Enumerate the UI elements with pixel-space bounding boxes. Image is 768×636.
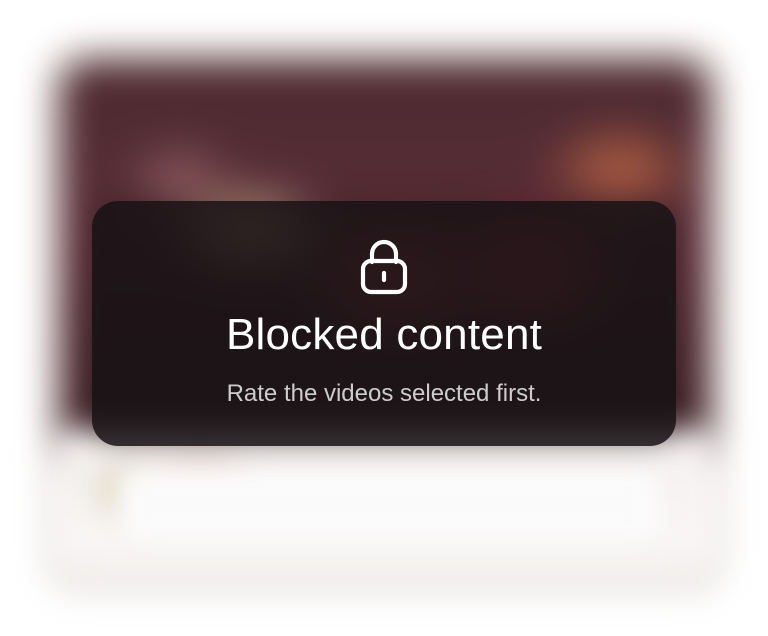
blocked-content-overlay: Blocked content Rate the videos selected… xyxy=(92,201,676,446)
lock-icon xyxy=(358,235,410,295)
blocked-video-view: Blocked content Rate the videos selected… xyxy=(0,0,768,636)
blurred-video-caption-area xyxy=(120,470,660,540)
blocked-content-title: Blocked content xyxy=(225,310,543,359)
blocked-content-message: Rate the videos selected first. xyxy=(226,380,542,407)
